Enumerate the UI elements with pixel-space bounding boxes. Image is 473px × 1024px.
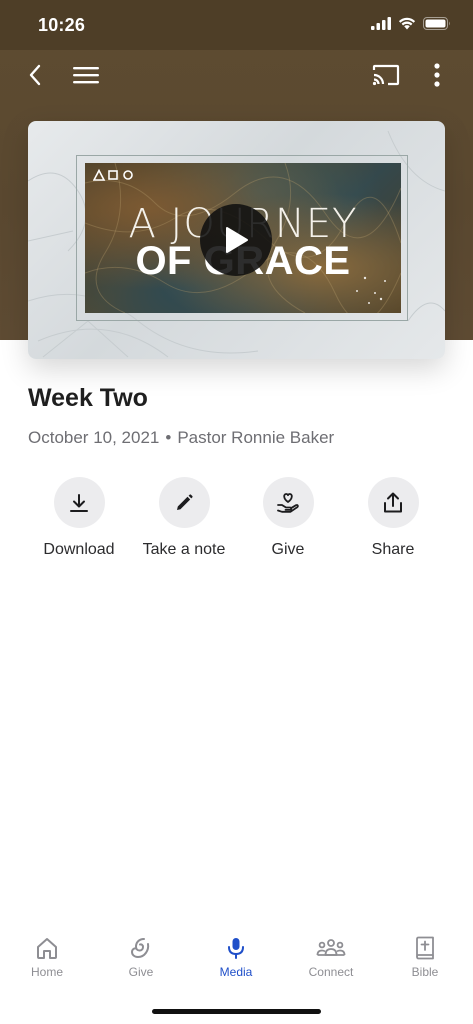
more-options-button[interactable] xyxy=(424,60,450,90)
video-player[interactable]: A JOURNEY OF GRACE xyxy=(28,121,445,359)
sermon-meta: October 10, 2021 • Pastor Ronnie Baker xyxy=(28,428,334,448)
cast-icon xyxy=(372,64,400,86)
tab-home[interactable]: Home xyxy=(12,936,82,979)
play-icon xyxy=(226,227,248,253)
status-icons xyxy=(371,17,451,30)
more-vertical-icon xyxy=(434,63,440,87)
tab-connect-label: Connect xyxy=(308,965,354,979)
play-button[interactable] xyxy=(200,204,272,276)
cast-button[interactable] xyxy=(370,60,402,90)
give-icon xyxy=(130,938,150,959)
series-shapes-icon xyxy=(93,169,133,181)
action-row: Download Take a note Give Share xyxy=(27,477,445,567)
signal-icon xyxy=(371,17,391,30)
home-indicator[interactable] xyxy=(152,1009,321,1014)
tab-home-label: Home xyxy=(30,965,63,979)
bible-icon xyxy=(416,936,434,960)
people-icon xyxy=(316,939,346,956)
sermon-date: October 10, 2021 xyxy=(28,428,160,447)
hamburger-icon xyxy=(73,67,99,84)
menu-button[interactable] xyxy=(70,60,102,90)
sermon-title: Week Two xyxy=(28,384,148,412)
tab-bible-label: Bible xyxy=(411,965,439,979)
share-label: Share xyxy=(371,541,415,558)
status-bar: 10:26 xyxy=(0,0,473,50)
download-label: Download xyxy=(43,541,115,558)
sermon-speaker: Pastor Ronnie Baker xyxy=(177,428,335,447)
tab-connect[interactable]: Connect xyxy=(296,936,366,979)
battery-icon xyxy=(423,17,450,30)
tab-bible[interactable]: Bible xyxy=(390,936,460,979)
home-icon xyxy=(37,938,57,959)
tab-give[interactable]: Give xyxy=(106,936,176,979)
navigation-bar xyxy=(0,50,473,102)
share-icon xyxy=(384,492,402,512)
give-button[interactable]: Give xyxy=(235,477,341,559)
share-circle[interactable] xyxy=(367,477,419,528)
share-button[interactable]: Share xyxy=(340,477,446,559)
give-label: Give xyxy=(271,541,305,558)
tab-media[interactable]: Media xyxy=(201,936,271,979)
meta-separator: • xyxy=(165,428,172,447)
download-button[interactable]: Download xyxy=(26,477,132,559)
tab-media-label: Media xyxy=(219,965,253,979)
tab-give-label: Give xyxy=(128,965,154,979)
microphone-icon xyxy=(228,938,244,959)
take-a-note-circle[interactable] xyxy=(158,477,210,528)
give-circle[interactable] xyxy=(262,477,314,528)
chevron-left-icon xyxy=(29,64,41,86)
give-heart-hand-icon xyxy=(277,492,299,513)
download-icon xyxy=(70,493,88,512)
take-a-note-button[interactable]: Take a note xyxy=(131,477,237,559)
back-button[interactable] xyxy=(20,60,50,90)
pencil-icon xyxy=(177,493,193,510)
status-time: 10:26 xyxy=(38,15,86,35)
take-a-note-label: Take a note xyxy=(142,541,226,558)
download-circle[interactable] xyxy=(53,477,105,528)
wifi-icon xyxy=(398,17,416,30)
